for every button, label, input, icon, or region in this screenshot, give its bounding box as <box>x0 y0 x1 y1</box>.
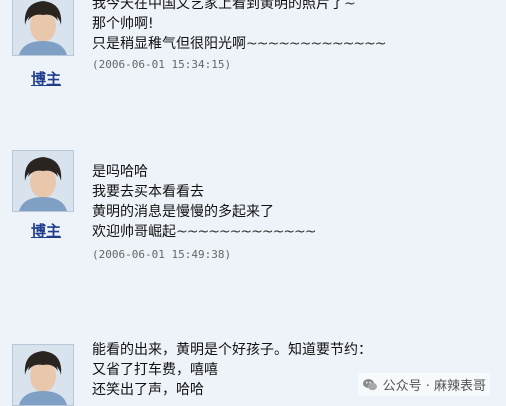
timestamp: (2006-06-01 15:49:38) <box>92 248 232 261</box>
comment-line: 又省了打车费，嘻嘻 <box>92 362 218 378</box>
comment-line: 能看的出来，黄明是个好孩子。知道要节约： <box>92 342 372 358</box>
comment-line: 黄明的消息是慢慢的多起来了 <box>92 204 274 220</box>
avatar-photo <box>13 345 73 405</box>
avatar[interactable] <box>12 0 74 56</box>
comment-line: 只是稍显稚气但很阳光啊~~~~~~~~~~~~~ <box>92 36 386 52</box>
wechat-icon <box>362 378 377 390</box>
comment-line: 我今天在中国文艺家上看到黄明的照片了~ <box>92 0 356 12</box>
author-link[interactable]: 博主 <box>26 220 66 241</box>
comment-body: 能看的出来，黄明是个好孩子。知道要节约： 又省了打车费，嘻嘻 还笑出了声，哈哈 <box>92 340 372 400</box>
avatar[interactable] <box>12 344 74 406</box>
comment-line: 欢迎帅哥崛起~~~~~~~~~~~~~ <box>92 224 316 240</box>
watermark: 公众号 · 麻辣表哥 <box>357 373 490 396</box>
comment-line: 我要去买本看看去 <box>92 184 204 200</box>
watermark-text: 公众号 · 麻辣表哥 <box>382 379 486 394</box>
avatar[interactable] <box>12 150 74 212</box>
comment-line: 是吗哈哈 <box>92 164 148 180</box>
avatar-photo <box>13 0 73 55</box>
avatar-photo <box>13 151 73 211</box>
timestamp: (2006-06-01 15:34:15) <box>92 58 232 71</box>
comment-line: 那个帅啊! <box>92 16 154 32</box>
comment-line: 还笑出了声，哈哈 <box>92 382 204 398</box>
comment-body: 我今天在中国文艺家上看到黄明的照片了~ 那个帅啊! 只是稍显稚气但很阳光啊~~~… <box>92 0 386 71</box>
author-link[interactable]: 博主 <box>26 68 66 89</box>
comment-body: 是吗哈哈 我要去买本看看去 黄明的消息是慢慢的多起来了 欢迎帅哥崛起~~~~~~… <box>92 162 316 261</box>
